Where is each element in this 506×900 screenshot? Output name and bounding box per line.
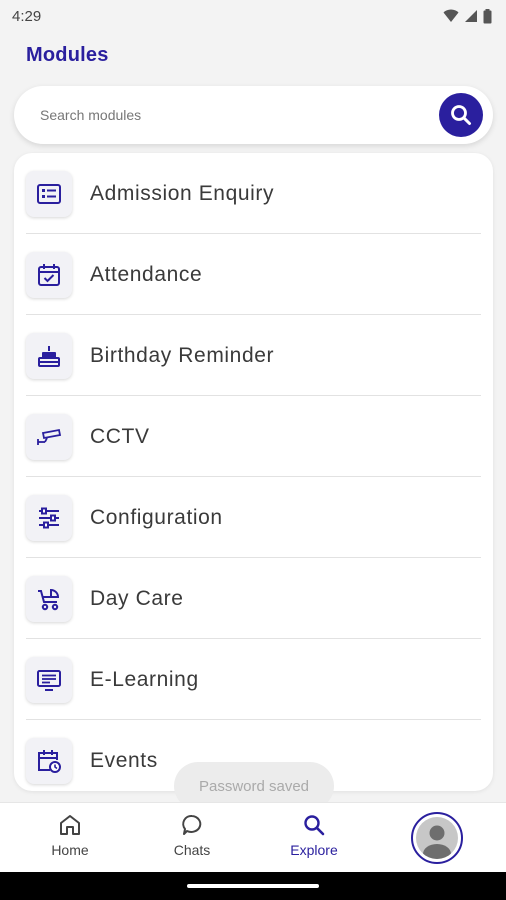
cctv-camera-icon — [26, 413, 72, 460]
status-bar: 4:29 — [0, 0, 506, 32]
sliders-icon — [26, 494, 72, 541]
module-item-attendance[interactable]: Attendance — [26, 234, 481, 315]
nav-label: Chats — [173, 842, 211, 858]
home-indicator[interactable] — [187, 884, 319, 888]
nav-item-chats[interactable]: Chats — [147, 803, 237, 873]
nav-label: Explore — [290, 842, 338, 858]
module-item-e-learning[interactable]: E-Learning — [26, 639, 481, 720]
module-label: CCTV — [90, 424, 150, 448]
signal-icon — [465, 10, 477, 22]
module-label: E-Learning — [90, 667, 199, 691]
modules-list: Admission Enquiry Attendance Birthday Re… — [14, 153, 493, 791]
module-item-day-care[interactable]: Day Care — [26, 558, 481, 639]
profile-avatar-button[interactable] — [411, 812, 463, 864]
calendar-check-icon — [26, 251, 72, 298]
battery-icon — [483, 8, 492, 23]
search-button[interactable] — [439, 93, 483, 137]
module-label: Day Care — [90, 586, 184, 610]
nav-label: Home — [51, 842, 89, 858]
module-item-admission-enquiry[interactable]: Admission Enquiry — [26, 153, 481, 234]
module-item-birthday-reminder[interactable]: Birthday Reminder — [26, 315, 481, 396]
system-navigation-bar — [0, 872, 506, 900]
cake-icon — [26, 332, 72, 379]
search-bar — [14, 86, 493, 144]
avatar-icon — [416, 817, 458, 859]
module-label: Configuration — [90, 505, 223, 529]
list-card-icon — [26, 170, 72, 217]
calendar-clock-icon — [26, 737, 72, 784]
module-label: Birthday Reminder — [90, 343, 275, 367]
stroller-icon — [26, 575, 72, 622]
module-item-cctv[interactable]: CCTV — [26, 396, 481, 477]
search-input[interactable] — [40, 107, 420, 123]
module-label: Admission Enquiry — [90, 181, 275, 205]
monitor-icon — [26, 656, 72, 703]
module-item-configuration[interactable]: Configuration — [26, 477, 481, 558]
search-icon — [451, 105, 471, 125]
nav-item-explore[interactable]: Explore — [269, 803, 359, 873]
chat-icon — [182, 814, 202, 835]
module-label: Events — [90, 748, 158, 772]
status-icons — [443, 8, 492, 24]
wifi-icon — [443, 9, 459, 22]
page-title: Modules — [26, 44, 109, 66]
bottom-nav: Home Chats Explore — [0, 802, 506, 872]
module-label: Attendance — [90, 262, 203, 286]
search-icon — [304, 815, 325, 836]
home-icon — [60, 815, 80, 835]
status-time: 4:29 — [12, 7, 42, 25]
nav-item-home[interactable]: Home — [25, 803, 115, 873]
